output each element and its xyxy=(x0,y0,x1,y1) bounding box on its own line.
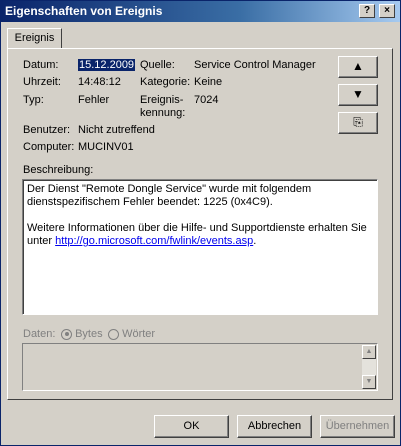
description-line-2: dienstspezifischem Fehler beendet: 1225 … xyxy=(27,196,273,208)
beschreibung-label: Beschreibung: xyxy=(23,164,94,176)
description-line-1: Der Dienst "Remote Dongle Service" wurde… xyxy=(27,183,312,195)
bytes-radio[interactable]: Bytes xyxy=(61,328,103,340)
kennung-value: 7024 xyxy=(194,94,219,106)
apply-button[interactable]: Übernehmen xyxy=(320,415,395,438)
up-arrow-icon: ▲ xyxy=(352,59,364,73)
quelle-label: Quelle: xyxy=(140,59,175,71)
description-textbox[interactable]: Der Dienst "Remote Dongle Service" wurde… xyxy=(22,179,378,315)
typ-value: Fehler xyxy=(78,94,110,106)
description-line-4-suffix: . xyxy=(253,235,257,247)
daten-label: Daten: xyxy=(23,328,56,340)
description-line-3: Weitere Informationen über die Hilfe- un… xyxy=(27,222,367,234)
tab-ereignis[interactable]: Ereignis xyxy=(7,28,62,49)
next-event-button[interactable]: ▼ xyxy=(338,84,378,106)
event-properties-dialog: Eigenschaften von Ereignis ? × Ereignis … xyxy=(0,0,401,446)
computer-label: Computer: xyxy=(23,141,75,153)
window-title: Eigenschaften von Ereignis xyxy=(5,4,163,18)
bytes-radio-label: Bytes xyxy=(75,328,103,340)
benutzer-label: Benutzer: xyxy=(23,124,71,136)
ok-button[interactable]: OK xyxy=(154,415,229,438)
down-arrow-icon: ▼ xyxy=(352,87,364,101)
computer-value: MUCINV01 xyxy=(78,141,134,153)
kennung-label-line1: Ereignis- xyxy=(140,94,184,106)
scroll-down-button[interactable]: ▼ xyxy=(362,375,376,389)
uhrzeit-label: Uhrzeit: xyxy=(23,76,61,88)
cancel-button[interactable]: Abbrechen xyxy=(237,415,312,438)
previous-event-button[interactable]: ▲ xyxy=(338,56,378,78)
quelle-value: Service Control Manager xyxy=(194,59,316,71)
scroll-up-button[interactable]: ▲ xyxy=(362,345,376,359)
data-scrollbar[interactable]: ▲ ▼ xyxy=(362,345,376,389)
copy-button[interactable]: ⎘ xyxy=(338,112,378,134)
datum-value[interactable]: 15.12.2009 xyxy=(78,59,136,71)
typ-label: Typ: xyxy=(23,94,44,106)
title-bar[interactable]: Eigenschaften von Ereignis ? × xyxy=(1,1,400,22)
close-button[interactable]: × xyxy=(379,4,395,18)
help-link[interactable]: http://go.microsoft.com/fwlink/events.as… xyxy=(55,235,253,247)
kategorie-value: Keine xyxy=(194,76,223,88)
woerter-radio[interactable]: Wörter xyxy=(108,328,155,340)
woerter-radio-label: Wörter xyxy=(122,328,156,340)
kennung-label-line2: kennung: xyxy=(140,107,186,119)
help-button[interactable]: ? xyxy=(359,4,375,18)
datum-label: Datum: xyxy=(23,59,59,71)
data-textbox[interactable]: ▲ ▼ xyxy=(22,343,378,391)
kategorie-label: Kategorie: xyxy=(140,76,191,88)
bytes-radio-indicator xyxy=(61,328,72,340)
uhrzeit-value: 14:48:12 xyxy=(78,76,121,88)
copy-icon: ⎘ xyxy=(353,115,363,129)
description-line-4-prefix: unter xyxy=(27,235,56,247)
description-line-4: unter http://go.microsoft.com/fwlink/eve… xyxy=(27,235,373,248)
benutzer-value: Nicht zutreffend xyxy=(78,124,155,136)
woerter-radio-indicator xyxy=(108,328,119,340)
